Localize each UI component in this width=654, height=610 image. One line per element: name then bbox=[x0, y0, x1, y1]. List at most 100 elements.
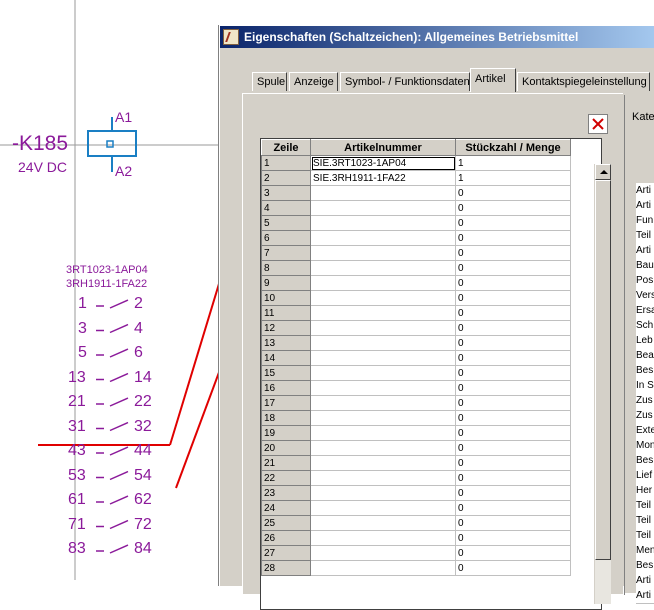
category-item[interactable]: Arti bbox=[636, 198, 654, 214]
row-number[interactable]: 3 bbox=[261, 185, 311, 201]
article-number-cell[interactable] bbox=[310, 395, 456, 411]
row-number[interactable]: 1 bbox=[261, 155, 311, 171]
article-number-cell[interactable]: SIE.3RH1911-1FA22 bbox=[310, 170, 456, 186]
tab-artikel[interactable]: Artikel bbox=[470, 68, 516, 92]
category-item[interactable]: Her bbox=[636, 483, 654, 499]
quantity-cell[interactable]: 0 bbox=[455, 200, 571, 216]
delete-row-button[interactable] bbox=[588, 114, 608, 134]
quantity-cell[interactable]: 0 bbox=[455, 185, 571, 201]
row-number[interactable]: 7 bbox=[261, 245, 311, 261]
article-number-cell[interactable] bbox=[310, 380, 456, 396]
table-row[interactable]: 23 0 bbox=[261, 485, 571, 501]
row-number[interactable]: 6 bbox=[261, 230, 311, 246]
article-number-cell[interactable] bbox=[310, 425, 456, 441]
row-number[interactable]: 27 bbox=[261, 545, 311, 561]
quantity-cell[interactable]: 0 bbox=[455, 215, 571, 231]
table-row[interactable]: 10 0 bbox=[261, 290, 571, 306]
table-row[interactable]: 19 0 bbox=[261, 425, 571, 441]
quantity-cell[interactable]: 0 bbox=[455, 470, 571, 486]
column-header-artikelnummer[interactable]: Artikelnummer bbox=[310, 139, 456, 156]
table-row[interactable]: 90 bbox=[261, 275, 571, 291]
category-item[interactable]: Bes bbox=[636, 453, 654, 469]
table-row[interactable]: 12 0 bbox=[261, 320, 571, 336]
row-number[interactable]: 5 bbox=[261, 215, 311, 231]
category-item[interactable]: Arti bbox=[636, 573, 654, 589]
category-item[interactable]: Leb bbox=[636, 333, 654, 349]
category-item[interactable]: Bau bbox=[636, 258, 654, 274]
table-row[interactable]: 17 0 bbox=[261, 395, 571, 411]
quantity-cell[interactable]: 0 bbox=[455, 335, 571, 351]
table-row[interactable]: 14 0 bbox=[261, 350, 571, 366]
row-number[interactable]: 11 bbox=[261, 305, 311, 321]
row-number[interactable]: 13 bbox=[261, 335, 311, 351]
article-number-cell[interactable] bbox=[310, 485, 456, 501]
quantity-cell[interactable]: 0 bbox=[455, 440, 571, 456]
device-tag[interactable]: -K185 bbox=[12, 132, 68, 156]
row-number[interactable]: 10 bbox=[261, 290, 311, 306]
article-number-cell[interactable] bbox=[310, 230, 456, 246]
category-item[interactable]: Bea bbox=[636, 348, 654, 364]
row-number[interactable]: 14 bbox=[261, 350, 311, 366]
category-item[interactable]: Lief bbox=[636, 468, 654, 484]
category-item[interactable]: Bes bbox=[636, 558, 654, 574]
table-row[interactable]: 2 SIE.3RH1911-1FA22 1 bbox=[261, 170, 571, 186]
article-number-cell[interactable] bbox=[310, 410, 456, 426]
category-item[interactable]: Zus bbox=[636, 393, 654, 409]
table-row[interactable]: 26 0 bbox=[261, 530, 571, 546]
table-row[interactable]: 16 0 bbox=[261, 380, 571, 396]
article-number-cell[interactable] bbox=[310, 455, 456, 471]
category-item[interactable]: Pos bbox=[636, 273, 654, 289]
row-number[interactable]: 22 bbox=[261, 470, 311, 486]
category-item[interactable]: Fun bbox=[636, 213, 654, 229]
coil-box[interactable] bbox=[87, 130, 137, 157]
category-item[interactable]: Teil bbox=[636, 498, 654, 514]
quantity-cell[interactable]: 0 bbox=[455, 365, 571, 381]
category-item[interactable]: Vers bbox=[636, 288, 654, 304]
row-number[interactable]: 23 bbox=[261, 485, 311, 501]
article-table[interactable]: Zeile Artikelnummer Stückzahl / Menge 1S… bbox=[260, 138, 602, 610]
quantity-cell[interactable]: 0 bbox=[455, 380, 571, 396]
table-row[interactable]: 15 0 bbox=[261, 365, 571, 381]
quantity-cell[interactable]: 0 bbox=[455, 485, 571, 501]
article-number-cell[interactable] bbox=[310, 545, 456, 561]
row-number[interactable]: 24 bbox=[261, 500, 311, 516]
row-number[interactable]: 9 bbox=[261, 275, 311, 291]
table-row[interactable]: 11 0 bbox=[261, 305, 571, 321]
category-item[interactable]: Arti bbox=[636, 243, 654, 259]
row-number[interactable]: 21 bbox=[261, 455, 311, 471]
table-row[interactable]: 60 bbox=[261, 230, 571, 246]
table-row[interactable]: 80 bbox=[261, 260, 571, 276]
row-number[interactable]: 16 bbox=[261, 380, 311, 396]
quantity-cell[interactable]: 0 bbox=[455, 290, 571, 306]
article-number-cell[interactable] bbox=[310, 530, 456, 546]
article-number-cell[interactable] bbox=[310, 560, 456, 576]
table-row[interactable]: 22 0 bbox=[261, 470, 571, 486]
article-number-cell[interactable] bbox=[310, 215, 456, 231]
table-row[interactable]: 20 0 bbox=[261, 440, 571, 456]
article-number-cell[interactable] bbox=[310, 350, 456, 366]
table-row[interactable]: 50 bbox=[261, 215, 571, 231]
article-number-cell[interactable] bbox=[310, 260, 456, 276]
category-item[interactable]: Bes bbox=[636, 363, 654, 379]
category-item[interactable]: Zus bbox=[636, 408, 654, 424]
quantity-cell[interactable]: 0 bbox=[455, 395, 571, 411]
table-row[interactable]: 21 0 bbox=[261, 455, 571, 471]
quantity-cell[interactable]: 0 bbox=[455, 305, 571, 321]
table-row[interactable]: 27 0 bbox=[261, 545, 571, 561]
quantity-cell[interactable]: 0 bbox=[455, 515, 571, 531]
row-number[interactable]: 25 bbox=[261, 515, 311, 531]
article-number-cell[interactable] bbox=[310, 275, 456, 291]
category-item[interactable]: Arti bbox=[636, 588, 654, 604]
article-number-cell[interactable] bbox=[310, 320, 456, 336]
article-number-cell[interactable] bbox=[310, 200, 456, 216]
row-number[interactable]: 2 bbox=[261, 170, 311, 186]
row-number[interactable]: 12 bbox=[261, 320, 311, 336]
quantity-cell[interactable]: 1 bbox=[455, 155, 571, 171]
quantity-cell[interactable]: 0 bbox=[455, 500, 571, 516]
row-number[interactable]: 15 bbox=[261, 365, 311, 381]
tab-anzeige[interactable]: Anzeige bbox=[289, 72, 338, 91]
table-row[interactable]: 40 bbox=[261, 200, 571, 216]
quantity-cell[interactable]: 0 bbox=[455, 245, 571, 261]
row-number[interactable]: 8 bbox=[261, 260, 311, 276]
category-item[interactable]: Teil bbox=[636, 228, 654, 244]
